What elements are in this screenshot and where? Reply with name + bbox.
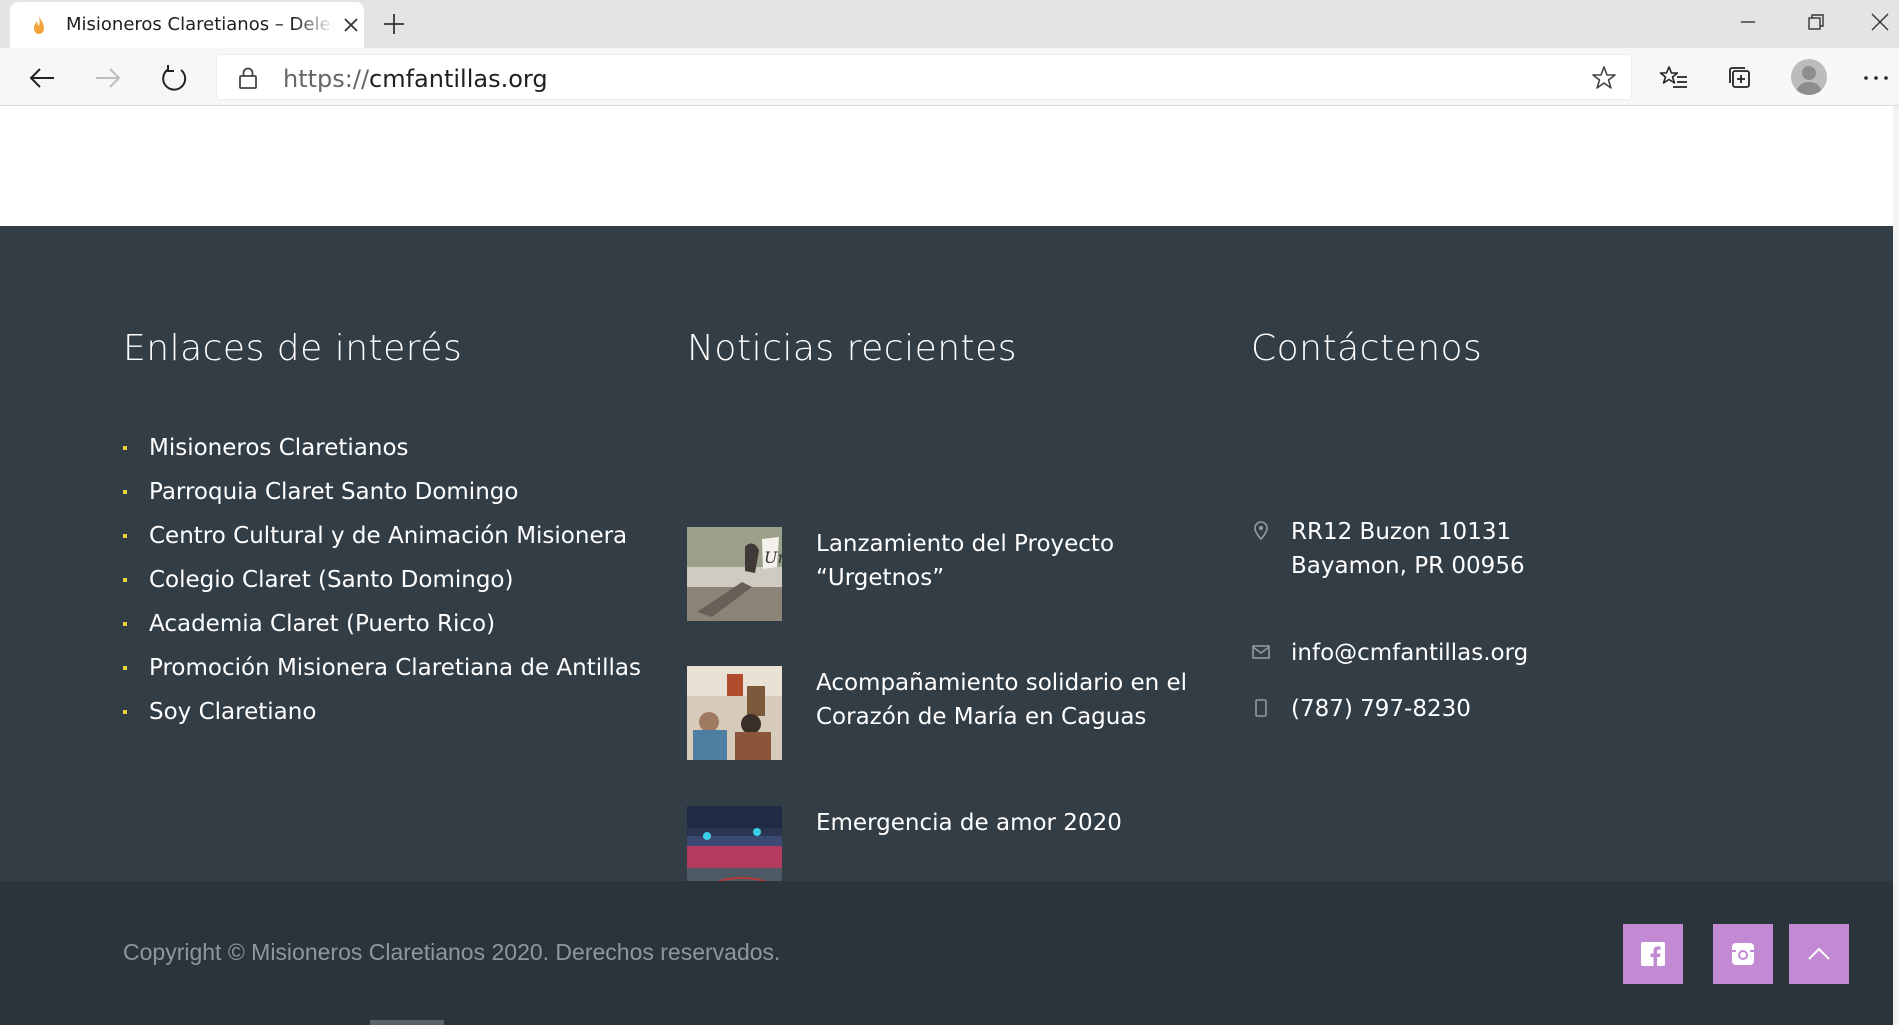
settings-more-button[interactable]	[1858, 60, 1894, 96]
link-label: Parroquia Claret Santo Domingo	[149, 479, 519, 505]
browser-tab[interactable]: Misioneros Claretianos – Delegación	[10, 2, 364, 48]
collections-button[interactable]	[1722, 60, 1758, 96]
close-tab-icon[interactable]	[340, 14, 362, 36]
forward-button[interactable]	[90, 60, 126, 96]
link-label: Misioneros Claretianos	[149, 435, 409, 461]
restore-icon[interactable]	[1797, 6, 1833, 38]
news-title[interactable]: Emergencia de amor 2020	[816, 806, 1206, 840]
scroll-to-top-button[interactable]	[1789, 924, 1849, 984]
bullet	[123, 534, 127, 538]
footer-bottom: Copyright © Misioneros Claretianos 2020.…	[0, 881, 1893, 1025]
browser-toolbar: https://cmfantillas.org	[0, 48, 1899, 106]
page-progress-indicator	[370, 1020, 444, 1025]
favorites-list-icon	[1659, 66, 1687, 88]
page-scrollbar[interactable]	[1893, 106, 1899, 1025]
flame-favicon-icon	[34, 16, 44, 34]
link-item[interactable]: Misioneros Claretianos	[123, 426, 641, 470]
footer-main: Enlaces de interés Misioneros Claretiano…	[0, 226, 1893, 900]
map-pin-icon	[1254, 521, 1268, 541]
link-label: Soy Claretiano	[149, 699, 317, 725]
mobile-phone-icon	[1255, 699, 1267, 717]
phone-number[interactable]: (787) 797-8230	[1291, 692, 1471, 726]
back-button[interactable]	[24, 60, 60, 96]
link-item[interactable]: Centro Cultural y de Animación Misionera	[123, 514, 641, 558]
email-row: info@cmfantillas.org	[1251, 636, 1528, 670]
new-tab-icon[interactable]	[380, 10, 408, 38]
instagram-icon	[1732, 943, 1754, 965]
news-heading: Noticias recientes	[687, 328, 1018, 369]
address-row: RR12 Buzon 10131 Bayamon, PR 00956	[1251, 515, 1525, 583]
svg-text:Ur: Ur	[764, 548, 782, 567]
refresh-icon	[162, 65, 187, 91]
bullet	[123, 578, 127, 582]
chevron-up-icon	[1808, 947, 1830, 960]
news-item[interactable]: Ur Lanzamiento del Proyecto “Urgetnos”	[687, 527, 1207, 623]
minimize-icon[interactable]	[1730, 6, 1766, 38]
favorite-star-icon[interactable]	[1591, 65, 1617, 91]
bullet	[123, 666, 127, 670]
link-item[interactable]: Parroquia Claret Santo Domingo	[123, 470, 641, 514]
profile-avatar[interactable]	[1791, 59, 1827, 95]
link-item[interactable]: Promoción Misionera Claretiana de Antill…	[123, 646, 641, 690]
links-heading: Enlaces de interés	[123, 328, 463, 369]
news-title[interactable]: Acompañamiento solidario en el Corazón d…	[816, 666, 1206, 734]
bullet	[123, 490, 127, 494]
address-bar[interactable]: https://cmfantillas.org	[216, 54, 1632, 100]
more-dots-icon	[1864, 76, 1888, 80]
favorites-button[interactable]	[1656, 60, 1692, 96]
arrow-right-icon	[96, 68, 121, 88]
bullet	[123, 710, 127, 714]
envelope-icon	[1252, 645, 1270, 659]
bullet	[123, 446, 127, 450]
arrow-left-icon	[29, 68, 54, 88]
news-item[interactable]: Acompañamiento solidario en el Corazón d…	[687, 666, 1207, 762]
link-item[interactable]: Colegio Claret (Santo Domingo)	[123, 558, 641, 602]
url-host: cmfantillas.org	[369, 65, 548, 93]
lock-icon[interactable]	[237, 66, 259, 90]
news-thumbnail-image[interactable]	[687, 666, 782, 760]
address-line1: RR12 Buzon 10131	[1291, 519, 1512, 545]
contact-heading: Contáctenos	[1251, 328, 1483, 369]
page-viewport: Enlaces de interés Misioneros Claretiano…	[0, 106, 1899, 1025]
link-item[interactable]: Soy Claretiano	[123, 690, 641, 734]
facebook-icon	[1641, 942, 1665, 966]
url-scheme: https://	[283, 65, 370, 93]
link-label: Colegio Claret (Santo Domingo)	[149, 567, 514, 593]
email-link[interactable]: info@cmfantillas.org	[1291, 636, 1528, 670]
news-title[interactable]: Lanzamiento del Proyecto “Urgetnos”	[816, 527, 1206, 595]
tab-bar: Misioneros Claretianos – Delegación	[0, 0, 1899, 48]
link-item[interactable]: Academia Claret (Puerto Rico)	[123, 602, 641, 646]
news-thumbnail-image[interactable]: Ur	[687, 527, 782, 621]
link-label: Academia Claret (Puerto Rico)	[149, 611, 496, 637]
bullet	[123, 622, 127, 626]
facebook-button[interactable]	[1623, 924, 1683, 984]
collections-icon	[1729, 67, 1750, 88]
address-line2: Bayamon, PR 00956	[1291, 553, 1525, 579]
links-list: Misioneros Claretianos Parroquia Claret …	[123, 426, 641, 734]
phone-row: (787) 797-8230	[1251, 692, 1471, 726]
tab-title: Misioneros Claretianos – Delegación	[66, 14, 334, 35]
refresh-button[interactable]	[156, 60, 192, 96]
instagram-button[interactable]	[1713, 924, 1773, 984]
address-text: RR12 Buzon 10131 Bayamon, PR 00956	[1291, 515, 1525, 583]
link-label: Centro Cultural y de Animación Misionera	[149, 523, 628, 549]
person-icon	[1795, 66, 1823, 95]
link-label: Promoción Misionera Claretiana de Antill…	[149, 655, 641, 681]
close-window-icon[interactable]	[1862, 6, 1898, 38]
url-text[interactable]: https://cmfantillas.org	[283, 65, 548, 93]
copyright-text: Copyright © Misioneros Claretianos 2020.…	[123, 939, 781, 965]
